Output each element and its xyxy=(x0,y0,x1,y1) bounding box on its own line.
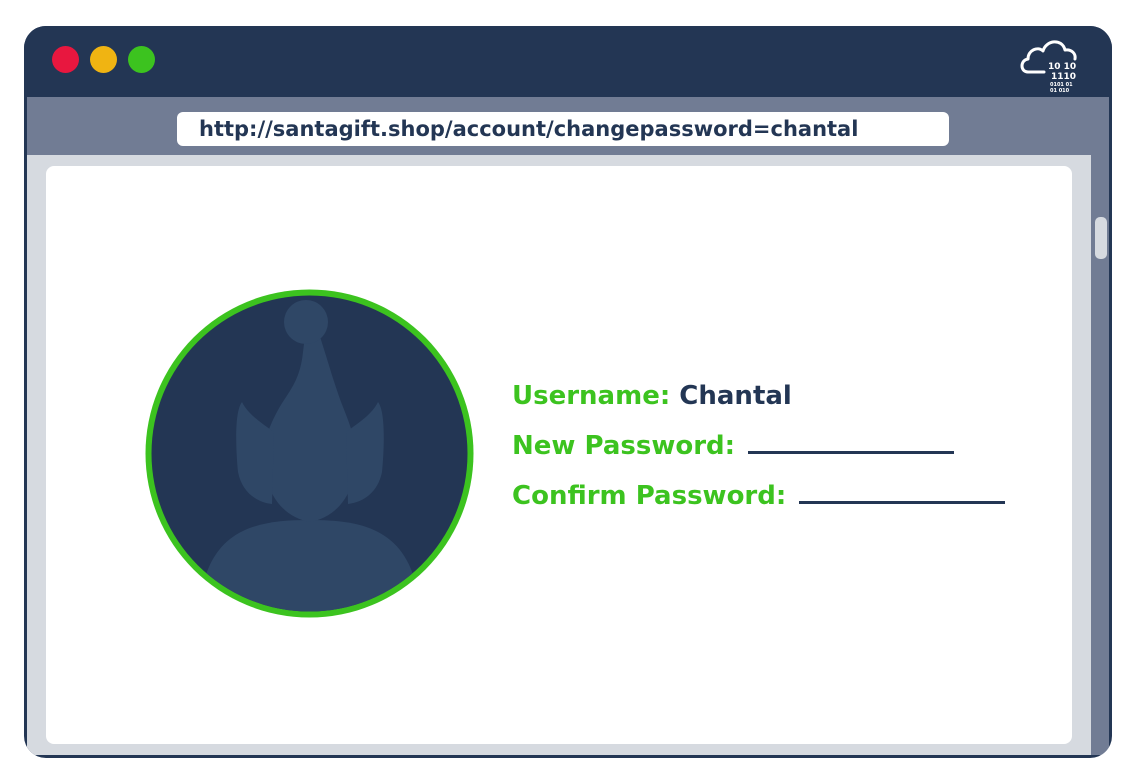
content-viewport: Username: Chantal New Password: Confirm … xyxy=(27,155,1109,755)
confirm-password-row: Confirm Password: xyxy=(512,476,1052,526)
cloud-binary-icon: 10 10 1110 0101 01 01 010 xyxy=(1020,40,1077,94)
new-password-row: New Password: xyxy=(512,426,1052,476)
logo-text-line-1: 10 10 xyxy=(1048,62,1076,72)
logo-text-line-2: 1110 xyxy=(1051,72,1076,82)
minimize-button[interactable] xyxy=(90,46,117,73)
confirm-password-field[interactable] xyxy=(799,479,1006,504)
password-form: Username: Chantal New Password: Confirm … xyxy=(512,376,1052,526)
browser-window: 10 10 1110 0101 01 01 010 http://santagi… xyxy=(24,26,1112,758)
change-password-page: Username: Chantal New Password: Confirm … xyxy=(46,166,1072,744)
logo-text-line-4: 01 010 xyxy=(1050,88,1070,94)
address-bar-area: http://santagift.shop/account/changepass… xyxy=(27,97,1109,155)
new-password-field[interactable] xyxy=(748,429,955,454)
close-button[interactable] xyxy=(52,46,79,73)
elf-silhouette-icon xyxy=(145,289,474,618)
title-bar: 10 10 1110 0101 01 01 010 xyxy=(24,26,1112,97)
username-value: Chantal xyxy=(679,381,792,411)
scrollbar-thumb[interactable] xyxy=(1095,217,1107,259)
new-password-label: New Password: xyxy=(512,431,736,461)
confirm-password-label: Confirm Password: xyxy=(512,481,787,511)
username-label: Username: xyxy=(512,381,671,411)
username-row: Username: Chantal xyxy=(512,376,1052,426)
maximize-button[interactable] xyxy=(128,46,155,73)
url-input[interactable]: http://santagift.shop/account/changepass… xyxy=(177,112,949,146)
